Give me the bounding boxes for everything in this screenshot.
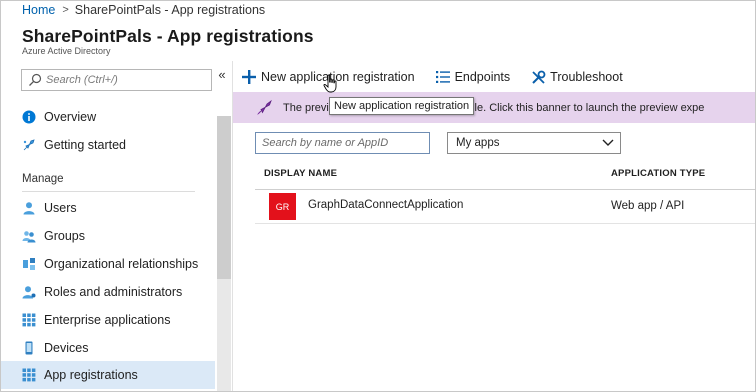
page-title: SharePointPals - App registrations xyxy=(22,26,314,46)
sidebar-item-label: Users xyxy=(44,201,77,215)
plus-icon xyxy=(241,69,257,85)
sidebar-item-devices[interactable]: Devices xyxy=(1,334,215,362)
sidebar-search-box[interactable] xyxy=(21,69,212,91)
page-subtitle: Azure Active Directory xyxy=(22,46,111,56)
banner-text-start: The previe xyxy=(283,101,335,114)
app-scope-selected: My apps xyxy=(456,137,500,149)
list-icon xyxy=(435,69,451,85)
group-icon xyxy=(22,229,36,243)
troubleshoot-button[interactable]: Troubleshoot xyxy=(530,69,623,85)
app-display-name[interactable]: GraphDataConnectApplication xyxy=(308,199,463,211)
app-avatar-badge: GR xyxy=(269,193,296,220)
sidebar-item-label: App registrations xyxy=(44,368,138,382)
table-header-divider xyxy=(255,189,755,190)
info-icon xyxy=(22,110,36,124)
sidebar-item-getting-started[interactable]: Getting started xyxy=(1,131,215,159)
app-type: Web app / API xyxy=(611,200,685,212)
app-scope-dropdown[interactable]: My apps xyxy=(447,132,621,154)
search-icon xyxy=(29,73,42,86)
sidebar-item-label: Devices xyxy=(44,341,89,355)
hand-cursor-icon xyxy=(323,74,337,93)
sidebar-item-enterprise-applications[interactable]: Enterprise applications xyxy=(1,306,215,334)
sidebar-item-label: Getting started xyxy=(44,138,126,152)
endpoints-label: Endpoints xyxy=(454,70,511,84)
sidebar-item-overview[interactable]: Overview xyxy=(1,103,215,131)
sidebar: « Overview Getting started Manage Users xyxy=(1,61,232,391)
breadcrumb-separator: > xyxy=(62,4,69,16)
sidebar-item-roles-and-administrators[interactable]: Roles and administrators xyxy=(1,278,215,306)
sidebar-item-organizational-relationships[interactable]: Organizational relationships xyxy=(1,250,215,278)
sidebar-item-users[interactable]: Users xyxy=(1,194,215,222)
column-header-application-type[interactable]: APPLICATION TYPE xyxy=(611,168,705,179)
sidebar-item-label: Roles and administrators xyxy=(44,285,183,299)
sidebar-item-label: Organizational relationships xyxy=(44,257,199,271)
tooltip: New application registration xyxy=(329,97,475,115)
app-search-box[interactable] xyxy=(255,132,430,154)
apps-grid-icon xyxy=(22,368,36,382)
device-icon xyxy=(22,341,36,355)
portal-window: Home > SharePointPals - App registration… xyxy=(0,0,756,392)
rocket-icon xyxy=(22,138,36,152)
sidebar-item-groups[interactable]: Groups xyxy=(1,222,215,250)
collapse-sidebar-button[interactable]: « xyxy=(216,67,228,82)
app-search-input[interactable] xyxy=(262,137,427,149)
sidebar-scrollbar[interactable] xyxy=(217,116,231,391)
sidebar-search-input[interactable] xyxy=(46,74,206,86)
endpoints-button[interactable]: Endpoints xyxy=(435,69,511,85)
sidebar-item-app-registrations[interactable]: App registrations xyxy=(1,361,215,389)
sidebar-section-manage: Manage xyxy=(22,173,64,185)
user-icon xyxy=(22,201,36,215)
troubleshoot-label: Troubleshoot xyxy=(550,70,623,84)
breadcrumb-current: SharePointPals - App registrations xyxy=(74,3,266,17)
tools-icon xyxy=(530,69,546,85)
sidebar-scrollbar-thumb[interactable] xyxy=(217,116,231,279)
sidebar-item-label: Overview xyxy=(44,110,97,124)
section-divider xyxy=(22,191,195,192)
breadcrumb: Home > SharePointPals - App registration… xyxy=(22,2,265,18)
column-header-display-name[interactable]: DISPLAY NAME xyxy=(264,168,337,179)
breadcrumb-home-link[interactable]: Home xyxy=(22,3,55,17)
table-row-divider xyxy=(255,223,755,224)
sidebar-item-label: Groups xyxy=(44,229,85,243)
apps-grid-icon xyxy=(22,313,36,327)
preview-banner[interactable]: The previe ns is available. Click this b… xyxy=(233,92,755,123)
chevron-down-icon xyxy=(602,139,614,146)
org-relationships-icon xyxy=(22,257,36,271)
roles-icon xyxy=(22,285,36,299)
command-bar: New application registration Endpoints T… xyxy=(241,63,643,91)
rocket-icon xyxy=(257,99,272,115)
sidebar-item-label: Enterprise applications xyxy=(44,313,171,327)
